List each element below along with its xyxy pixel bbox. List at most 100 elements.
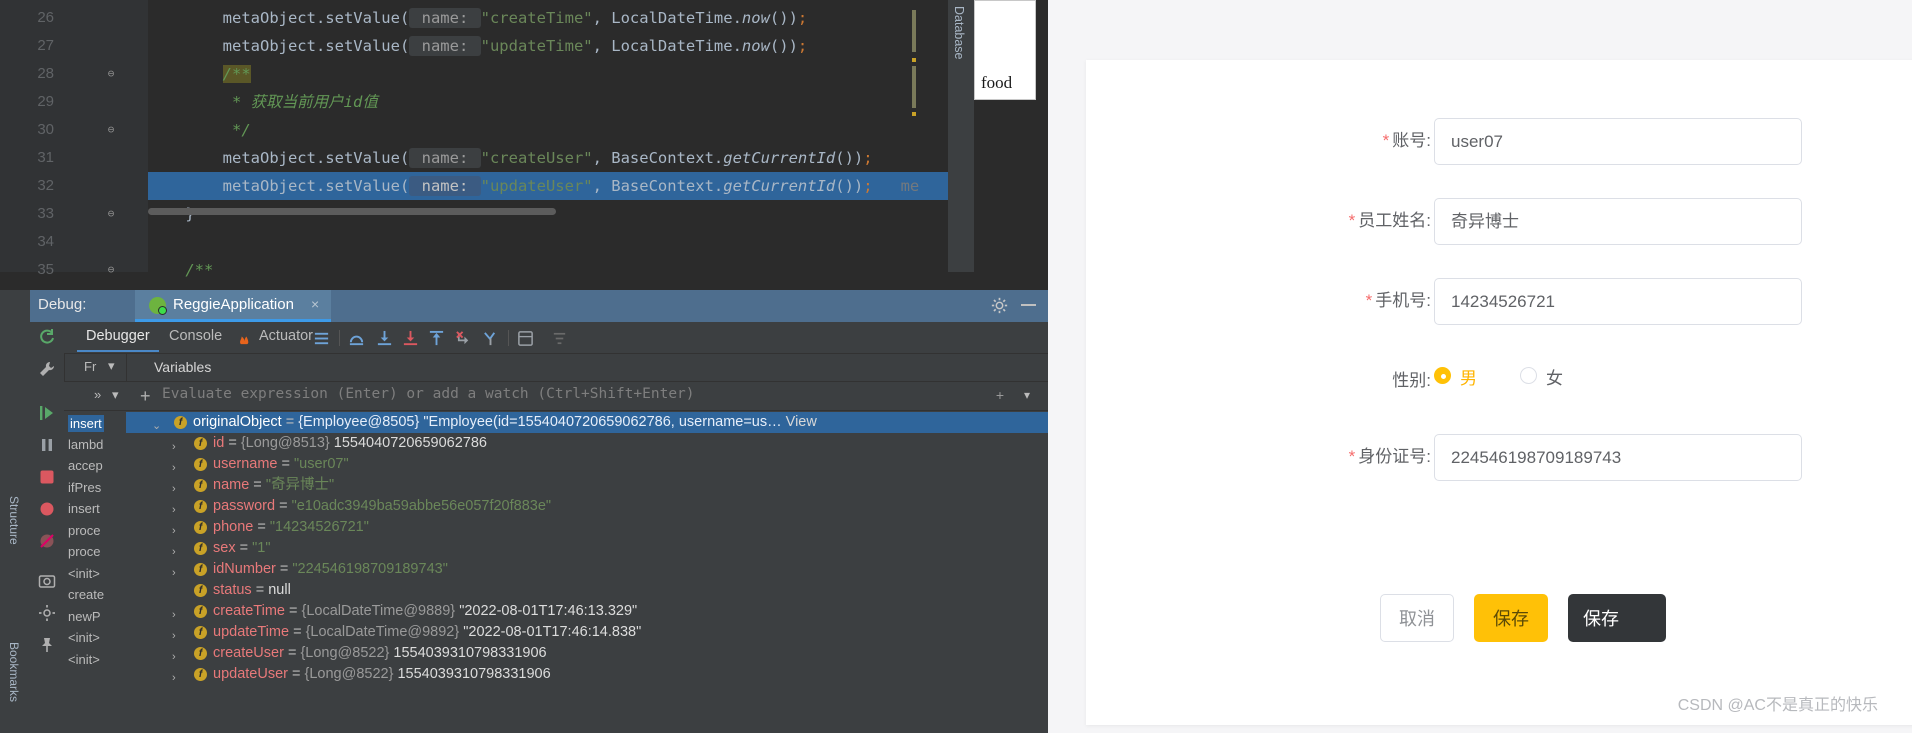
variable-name: idNumber <box>213 561 276 577</box>
code-fold-icon[interactable]: ⊖ <box>105 124 117 136</box>
variables-tree[interactable]: ⌄ f originalObject = {Employee@8505} "Empl… <box>126 411 1048 733</box>
employee-name-input[interactable]: 奇异博士 <box>1434 198 1802 245</box>
ide-left-rail[interactable]: Structure Bookmarks <box>0 290 30 733</box>
frame-item[interactable]: proce <box>68 523 101 538</box>
variable-row[interactable]: › f phone = "14234526721" <box>126 517 1048 538</box>
close-icon[interactable]: × <box>311 296 319 312</box>
evaluate-expression-input[interactable]: Evaluate expression (Enter) or add a wat… <box>162 386 695 402</box>
drop-frame-icon[interactable] <box>455 330 472 347</box>
frame-item[interactable]: insert <box>68 415 104 432</box>
save-and-add-button[interactable]: 保存 <box>1568 594 1666 642</box>
code-editor[interactable]: 26 27 28 ⊖ 29 30 ⊖ 31 32 33 ⊖ 34 35 ⊖ metaObject.setV… <box>0 0 948 279</box>
frame-item[interactable]: lambd <box>68 437 103 452</box>
frame-item[interactable]: <init> <box>68 566 100 581</box>
debug-side-toolbar[interactable] <box>30 322 64 733</box>
tab-debugger[interactable]: Debugger <box>77 328 159 352</box>
chevron-down-icon[interactable]: ▾ <box>1024 388 1030 402</box>
required-asterisk: * <box>1382 131 1390 150</box>
code-fold-icon[interactable]: ⊖ <box>105 68 117 80</box>
resume-program-icon[interactable] <box>38 404 56 422</box>
debug-run-config-tab[interactable]: ReggieApplication × <box>135 290 331 322</box>
variable-row[interactable]: › f name = "奇异博士" <box>126 475 1048 496</box>
step-over-icon[interactable] <box>348 330 365 347</box>
run-to-cursor-icon[interactable] <box>482 330 499 347</box>
variable-row[interactable]: ⌄ f originalObject = {Employee@8505} "Empl… <box>126 412 1048 433</box>
frame-item[interactable]: newP <box>68 609 101 624</box>
variable-type: {Long@8513} <box>240 435 330 451</box>
settings-wrench-icon[interactable] <box>38 360 56 378</box>
editor-minimap[interactable] <box>910 0 924 272</box>
frame-item[interactable]: ifPres <box>68 480 101 495</box>
variable-row[interactable]: › f username = "user07" <box>126 454 1048 475</box>
frame-item[interactable]: proce <box>68 544 101 559</box>
variable-row[interactable]: f status = null <box>126 580 1048 601</box>
variable-row[interactable]: › f password = "e10adc3949ba59abbe56e057f2… <box>126 496 1048 517</box>
rerun-icon[interactable] <box>38 328 56 346</box>
structure-tool-label[interactable]: Structure <box>7 496 21 545</box>
step-out-icon[interactable] <box>428 330 445 347</box>
force-step-into-icon[interactable] <box>402 330 419 347</box>
variable-row[interactable]: › f createUser = {Long@8522} 1554039310798… <box>126 643 1048 664</box>
bookmarks-tool-label[interactable]: Bookmarks <box>7 642 21 702</box>
code-fold-icon[interactable]: ⊖ <box>105 264 117 276</box>
frame-item[interactable]: accep <box>68 458 103 473</box>
variable-row[interactable]: › f id = {Long@8513} 1554040720659062786 <box>126 433 1048 454</box>
tab-console[interactable]: Console <box>169 328 222 344</box>
database-tool-label[interactable]: Database <box>952 6 966 60</box>
code-line[interactable]: metaObject.setValue( name: "updateTime",… <box>148 32 948 60</box>
evaluate-expression-icon[interactable] <box>517 330 534 347</box>
variable-row[interactable]: › f sex = "1" <box>126 538 1048 559</box>
save-button[interactable]: 保存 <box>1474 594 1548 642</box>
gear-icon[interactable] <box>991 297 1008 314</box>
code-line[interactable]: metaObject.setValue( name: "createUser",… <box>148 144 948 172</box>
code-line[interactable] <box>148 228 948 256</box>
variable-value: "2022-08-01T17:46:13.329" <box>459 603 638 619</box>
code-line[interactable]: metaObject.setValue( name: "createTime",… <box>148 4 948 32</box>
frames-filter-label[interactable]: Fr <box>84 359 96 374</box>
chevron-down-icon[interactable]: ▾ <box>108 358 115 374</box>
chevron-down-icon[interactable]: ▾ <box>112 387 119 403</box>
view-breakpoints-icon[interactable] <box>38 500 56 518</box>
variable-row[interactable]: › f idNumber = "224546198709189743" <box>126 559 1048 580</box>
frames-list[interactable]: insert lambd accep ifPres insert proce proce <i… <box>64 411 126 733</box>
debug-titlebar: Debug: ReggieApplication × <box>30 290 1048 322</box>
frame-item[interactable]: <init> <box>68 630 100 645</box>
frame-item[interactable]: create <box>68 587 104 602</box>
debug-settings-icon[interactable] <box>38 604 56 622</box>
frame-item[interactable]: <init> <box>68 652 100 667</box>
code-line[interactable]: metaObject.setValue( name: "updateUser",… <box>148 172 948 200</box>
add-to-watches-icon[interactable]: + <box>996 387 1004 403</box>
add-watch-icon[interactable]: + <box>140 386 151 407</box>
stop-icon[interactable] <box>38 468 56 486</box>
id-number-input[interactable]: 224546198709189743 <box>1434 434 1802 481</box>
right-tool-strip[interactable]: Database <box>948 0 974 272</box>
mute-breakpoints-icon[interactable] <box>38 532 56 550</box>
variable-row[interactable]: › f createTime = {LocalDateTime@9889} "202… <box>126 601 1048 622</box>
sort-variables-icon[interactable] <box>551 330 568 347</box>
tab-actuator[interactable]: Actuator <box>259 328 313 344</box>
pause-program-icon[interactable] <box>38 436 56 454</box>
evaluate-bar[interactable]: » ▾ + Evaluate expression (Enter) or add… <box>64 382 1048 411</box>
variable-row[interactable]: › f updateTime = {LocalDateTime@9892} "202… <box>126 622 1048 643</box>
code-line[interactable]: */ <box>148 116 948 144</box>
employee-name-label: * 员工姓名: <box>1349 206 1431 231</box>
screenshot-icon[interactable] <box>38 572 56 590</box>
account-input[interactable]: user07 <box>1434 118 1802 165</box>
expand-arrow-icon[interactable]: › <box>172 668 176 689</box>
phone-input[interactable]: 14234526721 <box>1434 278 1802 325</box>
editor-horizontal-scrollbar[interactable] <box>148 208 556 215</box>
frame-item[interactable]: insert <box>68 501 100 516</box>
cancel-button[interactable]: 取消 <box>1380 594 1454 642</box>
minimize-icon[interactable] <box>1021 304 1036 306</box>
code-line[interactable]: /** <box>148 60 948 88</box>
code-line[interactable]: /** <box>148 256 948 284</box>
layout-settings-icon[interactable] <box>313 330 330 347</box>
code-fold-icon[interactable]: ⊖ <box>105 208 117 220</box>
pin-icon[interactable] <box>38 636 56 654</box>
expand-frames-icon[interactable]: » <box>94 387 101 402</box>
code-line[interactable]: * 获取当前用户id值 <box>148 88 948 116</box>
step-into-icon[interactable] <box>376 330 393 347</box>
variable-row[interactable]: › f updateUser = {Long@8522} 1554039310798… <box>126 664 1048 685</box>
gender-male-label: 男 <box>1460 369 1477 388</box>
variable-type: {Long@8522} <box>304 666 394 682</box>
